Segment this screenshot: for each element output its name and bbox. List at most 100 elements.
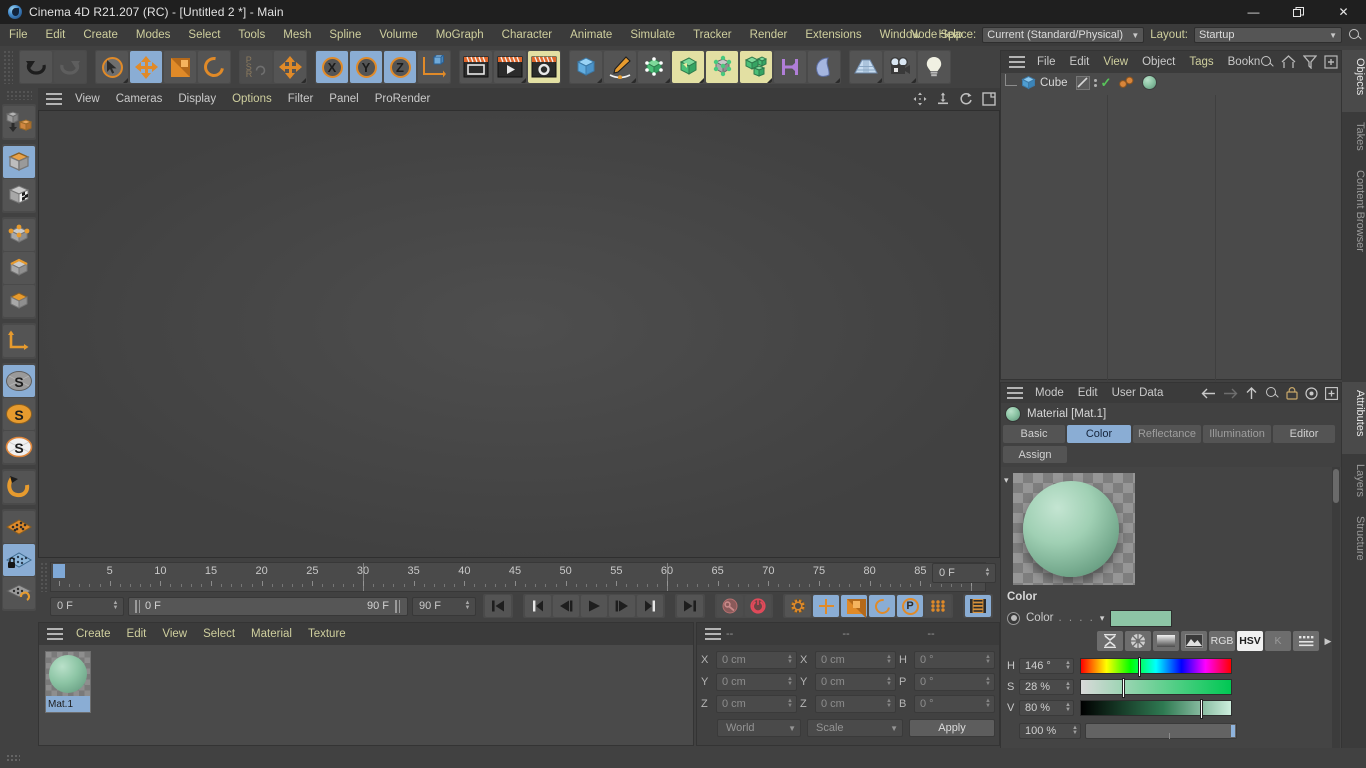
hamburger-icon[interactable] bbox=[1009, 56, 1025, 68]
autokeying-button[interactable] bbox=[745, 595, 771, 617]
up-arrow-icon[interactable] bbox=[1245, 386, 1258, 400]
spinner-icon[interactable]: ▲▼ bbox=[983, 567, 992, 580]
select-tool-button[interactable] bbox=[96, 51, 128, 83]
add-panel-icon[interactable] bbox=[1325, 386, 1338, 400]
viewport-solo-off-button[interactable]: S bbox=[3, 365, 35, 397]
tab-color[interactable]: Color bbox=[1067, 425, 1131, 443]
timeline-start-field[interactable]: 0 F ▲ ▼ bbox=[50, 596, 124, 616]
material-preview-sphere[interactable] bbox=[1013, 473, 1135, 585]
coord-field-pos-y[interactable]: 0 cm ▲ ▼ bbox=[716, 673, 797, 691]
toolbar-grip[interactable] bbox=[3, 50, 13, 84]
point-level-animation-button[interactable] bbox=[925, 595, 951, 617]
maximize-button[interactable] bbox=[1276, 0, 1321, 24]
orbit-icon[interactable] bbox=[959, 92, 973, 106]
previous-key-button[interactable] bbox=[525, 595, 551, 617]
menu-select[interactable]: Select bbox=[179, 24, 229, 46]
value-slider[interactable] bbox=[1080, 698, 1232, 719]
coord-field-rot-p[interactable]: 0 ° ▲ ▼ bbox=[914, 673, 995, 691]
menu-simulate[interactable]: Simulate bbox=[621, 24, 684, 46]
tab-reflectance[interactable]: Reflectance bbox=[1133, 425, 1201, 443]
object-menu-object[interactable]: Object bbox=[1135, 51, 1182, 73]
hue-field[interactable]: 146 ° ▲ ▼ bbox=[1019, 657, 1074, 674]
attributes-scrollbar[interactable] bbox=[1332, 467, 1340, 767]
coord-field-pos-z[interactable]: 0 cm ▲ ▼ bbox=[716, 695, 797, 713]
next-key-button[interactable] bbox=[637, 595, 663, 617]
timeline-playhead[interactable] bbox=[53, 564, 65, 578]
add-spline-button[interactable] bbox=[604, 51, 636, 83]
kelvin-mode-button[interactable]: K bbox=[1265, 631, 1291, 651]
viewport-menu-display[interactable]: Display bbox=[170, 88, 224, 110]
spinner-icon[interactable]: ▲▼ bbox=[1072, 725, 1078, 736]
material-menu-edit[interactable]: Edit bbox=[119, 623, 155, 645]
side-tab-structure[interactable]: Structure bbox=[1342, 508, 1366, 574]
timeline-current-frame-field[interactable]: 0 F ▲ ▼ bbox=[932, 563, 996, 583]
viewport-menu-options[interactable]: Options bbox=[224, 88, 280, 110]
menu-spline[interactable]: Spline bbox=[320, 24, 370, 46]
color-wheel-button[interactable] bbox=[1125, 631, 1151, 651]
spinner-icon[interactable]: ▲▼ bbox=[985, 676, 991, 687]
hamburger-icon[interactable] bbox=[1007, 387, 1023, 399]
world-coordinate-button[interactable] bbox=[418, 51, 450, 83]
menu-mograph[interactable]: MoGraph bbox=[427, 24, 493, 46]
material-tag-icon[interactable] bbox=[1142, 75, 1158, 90]
enable-snapping-button[interactable] bbox=[3, 471, 35, 503]
parameter-key-button[interactable]: P bbox=[897, 595, 923, 617]
hamburger-icon[interactable] bbox=[46, 93, 62, 105]
position-key-button[interactable] bbox=[813, 595, 839, 617]
home-icon[interactable] bbox=[1281, 55, 1296, 69]
timeline-filmstrip-button[interactable] bbox=[965, 595, 991, 617]
alpha-slider-handle[interactable] bbox=[1231, 724, 1235, 737]
search-icon[interactable] bbox=[1260, 55, 1274, 69]
spinner-icon[interactable]: ▲▼ bbox=[1065, 660, 1071, 671]
menu-tools[interactable]: Tools bbox=[229, 24, 274, 46]
menu-create[interactable]: Create bbox=[74, 24, 127, 46]
viewport-menu-panel[interactable]: Panel bbox=[321, 88, 366, 110]
coord-field-size-y[interactable]: 0 cm ▲ ▼ bbox=[815, 673, 896, 691]
leftbar-grip[interactable] bbox=[6, 90, 32, 100]
timeline-grip[interactable] bbox=[40, 562, 48, 592]
lock-z-axis-button[interactable]: Z bbox=[384, 51, 416, 83]
color-gradient-button[interactable] bbox=[1153, 631, 1179, 651]
material-menu-create[interactable]: Create bbox=[68, 623, 119, 645]
status-bar-grip[interactable] bbox=[6, 754, 20, 762]
scale-key-button[interactable] bbox=[841, 595, 867, 618]
spinner-icon[interactable]: ▲▼ bbox=[1065, 702, 1071, 713]
coordinate-system-select[interactable]: World ▼ bbox=[717, 719, 801, 737]
spinner-icon[interactable]: ▲▼ bbox=[463, 600, 472, 613]
timeline-range-bar[interactable]: 0 F 90 F bbox=[128, 596, 408, 616]
menu-animate[interactable]: Animate bbox=[561, 24, 621, 46]
object-tree[interactable]: Cube ✓ bbox=[1001, 73, 1341, 401]
go-to-start-button[interactable] bbox=[485, 595, 511, 617]
render-settings-button[interactable] bbox=[528, 51, 560, 83]
tab-basic[interactable]: Basic bbox=[1003, 425, 1065, 443]
material-menu-select[interactable]: Select bbox=[195, 623, 243, 645]
menu-modes[interactable]: Modes bbox=[127, 24, 180, 46]
play-button[interactable] bbox=[581, 595, 607, 617]
viewport-menu-prorender[interactable]: ProRender bbox=[367, 88, 439, 110]
edges-mode-button[interactable] bbox=[3, 252, 35, 284]
viewport-canvas[interactable] bbox=[38, 110, 1000, 558]
record-active-objects-button[interactable] bbox=[717, 595, 743, 617]
timeline-ruler[interactable]: 051015202530354045505560657075808590 bbox=[50, 562, 986, 592]
keyframe-selection-button[interactable] bbox=[785, 595, 811, 617]
attributes-menu-userdata[interactable]: User Data bbox=[1105, 383, 1171, 403]
maximize-viewport-icon[interactable] bbox=[982, 92, 996, 106]
hsv-mode-button[interactable]: HSV bbox=[1237, 631, 1263, 651]
go-to-end-button[interactable] bbox=[677, 595, 703, 617]
hue-knob[interactable] bbox=[1137, 656, 1141, 677]
attributes-menu-mode[interactable]: Mode bbox=[1028, 383, 1071, 403]
spinner-icon[interactable]: ▲▼ bbox=[886, 654, 892, 665]
array-generator-button[interactable] bbox=[672, 51, 704, 83]
render-queue-button[interactable] bbox=[494, 51, 526, 83]
spinner-icon[interactable]: ▲▼ bbox=[787, 698, 793, 709]
polygons-mode-button[interactable] bbox=[3, 285, 35, 317]
material-menu-texture[interactable]: Texture bbox=[300, 623, 354, 645]
object-axis-button[interactable] bbox=[274, 51, 306, 83]
rgb-mode-button[interactable]: RGB bbox=[1209, 631, 1235, 651]
hamburger-icon[interactable] bbox=[705, 628, 721, 640]
assign-button[interactable]: Assign bbox=[1003, 446, 1067, 463]
value-knob[interactable] bbox=[1199, 698, 1203, 719]
forward-arrow-icon[interactable] bbox=[1223, 387, 1238, 400]
tab-editor[interactable]: Editor bbox=[1273, 425, 1335, 443]
add-floor-button[interactable] bbox=[850, 51, 882, 83]
